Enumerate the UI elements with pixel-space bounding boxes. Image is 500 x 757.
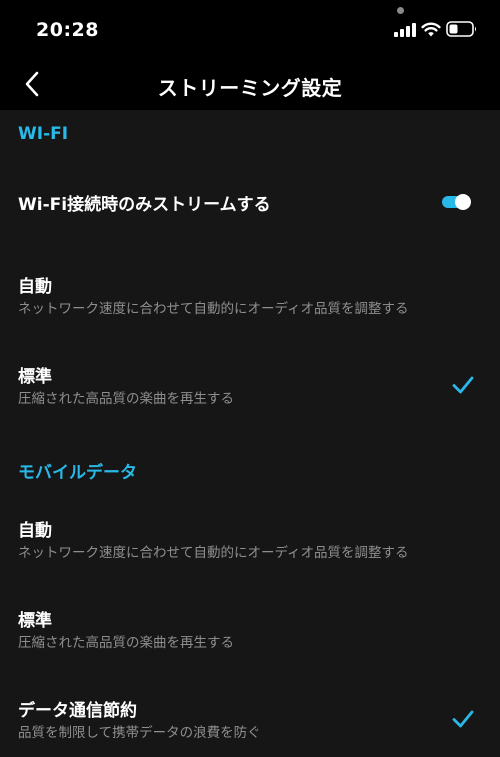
mobile-option-auto-title: 自動 bbox=[18, 521, 52, 541]
wifi-icon bbox=[421, 22, 441, 37]
wifi-option-auto[interactable]: 自動 ネットワーク速度に合わせて自動的にオーディオ品質を調整する bbox=[0, 266, 500, 322]
mobile-option-auto-subtitle: ネットワーク速度に合わせて自動的にオーディオ品質を調整する bbox=[18, 545, 409, 561]
section-header-mobile-data: モバイルデータ bbox=[18, 463, 137, 483]
cellular-signal-icon bbox=[394, 23, 416, 37]
mobile-option-data-saver[interactable]: データ通信節約 品質を制限して携帯データの浪費を防ぐ bbox=[0, 690, 500, 746]
privacy-indicator-dot bbox=[397, 7, 404, 14]
mobile-option-standard-subtitle: 圧縮された高品質の楽曲を再生する bbox=[18, 635, 234, 651]
mobile-option-data-saver-subtitle: 品質を制限して携帯データの浪費を防ぐ bbox=[18, 725, 261, 741]
check-icon bbox=[452, 376, 474, 394]
toggle-knob bbox=[455, 194, 471, 210]
wifi-only-stream-row[interactable]: Wi-Fi接続時のみストリームする bbox=[0, 176, 500, 226]
wifi-option-standard-title: 標準 bbox=[18, 367, 52, 387]
wifi-option-auto-subtitle: ネットワーク速度に合わせて自動的にオーディオ品質を調整する bbox=[18, 301, 409, 317]
navigation-bar: ストリーミング設定 bbox=[0, 58, 500, 110]
wifi-option-standard-subtitle: 圧縮された高品質の楽曲を再生する bbox=[18, 391, 234, 407]
battery-icon bbox=[446, 21, 476, 37]
check-icon bbox=[452, 710, 474, 728]
wifi-only-stream-label: Wi-Fi接続時のみストリームする bbox=[18, 195, 271, 215]
settings-content: WI-FI Wi-Fi接続時のみストリームする 自動 ネットワーク速度に合わせて… bbox=[0, 110, 500, 757]
mobile-option-data-saver-title: データ通信節約 bbox=[18, 701, 137, 721]
wifi-only-stream-toggle[interactable] bbox=[442, 194, 471, 210]
status-bar: 20:28 bbox=[0, 0, 500, 58]
mobile-option-standard-title: 標準 bbox=[18, 611, 52, 631]
section-header-wifi: WI-FI bbox=[18, 124, 69, 144]
wifi-option-auto-title: 自動 bbox=[18, 277, 52, 297]
mobile-option-standard[interactable]: 標準 圧縮された高品質の楽曲を再生する bbox=[0, 600, 500, 656]
mobile-option-auto[interactable]: 自動 ネットワーク速度に合わせて自動的にオーディオ品質を調整する bbox=[0, 510, 500, 566]
status-time: 20:28 bbox=[36, 19, 99, 41]
page-title: ストリーミング設定 bbox=[157, 76, 343, 100]
wifi-option-standard[interactable]: 標準 圧縮された高品質の楽曲を再生する bbox=[0, 356, 500, 412]
